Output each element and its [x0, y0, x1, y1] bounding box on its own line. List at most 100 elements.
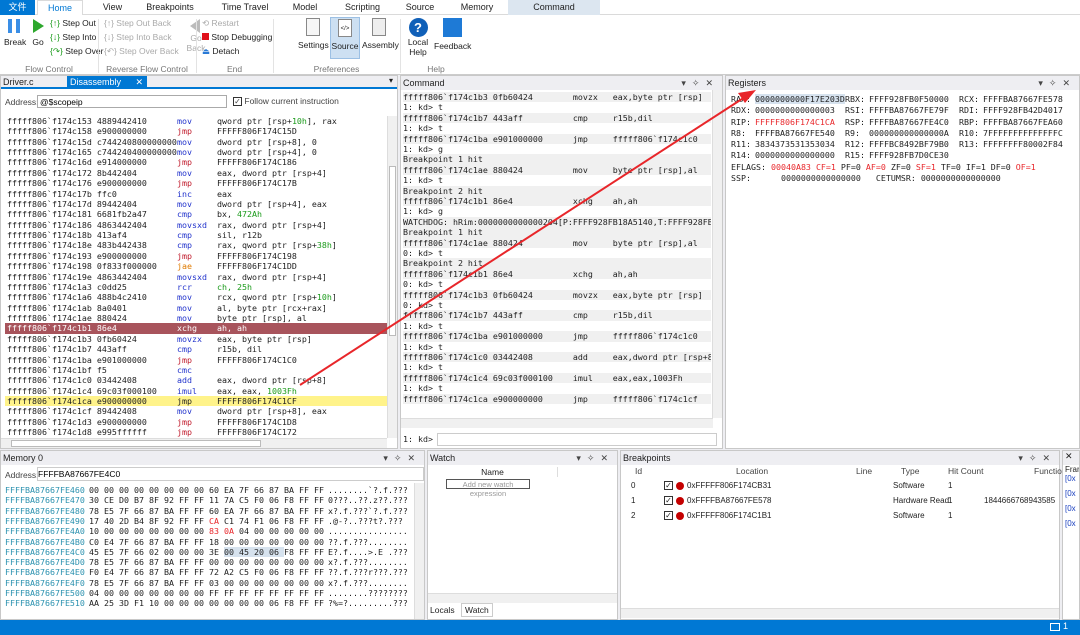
stop-debugging-button[interactable]: Stop Debugging: [202, 32, 272, 42]
col-type[interactable]: Type: [901, 466, 919, 476]
memory-address-input[interactable]: [37, 467, 424, 481]
tab-model[interactable]: Model: [285, 0, 325, 15]
disasm-row[interactable]: fffff806`f174c1d3 e900000000 jmp FFFFF806F…: [5, 417, 387, 427]
disasm-row[interactable]: fffff806`f174c1b1 86e4 xchg ah, ah: [5, 323, 387, 334]
command-hscroll[interactable]: [401, 418, 713, 428]
memory-bytes[interactable]: F0 E4 7F 66 87 BA FF FF 72 A2 C5 F0 06 F…: [89, 567, 324, 577]
tab-home[interactable]: Home: [37, 0, 83, 15]
disasm-row[interactable]: fffff806`f174c1b7 443aff cmp r15b, dil: [5, 344, 387, 354]
disasm-row[interactable]: fffff806`f174c16d e914000000 jmp FFFFF806F…: [5, 157, 387, 167]
tab-locals[interactable]: Locals: [430, 605, 455, 615]
tab-breakpoints[interactable]: Breakpoints: [140, 0, 200, 15]
disasm-row[interactable]: fffff806`f174c176 e900000000 jmp FFFFF806F…: [5, 178, 387, 188]
pane-controls[interactable]: ▾✧✕: [1018, 451, 1056, 465]
memory-bytes[interactable]: C0 E4 7F 66 87 BA FF FF 18 00 00 00 00 0…: [89, 537, 324, 547]
disasm-row[interactable]: fffff806`f174c198 0f833f000000 jae FFFFF80…: [5, 261, 387, 271]
disasm-row[interactable]: fffff806`f174c17d 89442404 mov dword ptr […: [5, 199, 387, 209]
address-input[interactable]: [37, 95, 227, 108]
watch-hscroll[interactable]: [428, 593, 617, 603]
disasm-row[interactable]: fffff806`f174c1c4 69c03f000100 imul eax, e…: [5, 386, 387, 396]
step-into-button[interactable]: {↓} Step Into: [50, 32, 96, 42]
register[interactable]: R13: FFFFFFFF80002F84: [959, 139, 1063, 149]
step-into-back-button[interactable]: {↓} Step Into Back: [104, 32, 172, 42]
col-line[interactable]: Line: [856, 466, 872, 476]
source-button[interactable]: </> Source: [330, 17, 360, 59]
frame-link[interactable]: [0x: [1065, 474, 1079, 489]
register[interactable]: RSI: FFFFBA87667FE79F: [845, 105, 949, 115]
disasm-row[interactable]: fffff806`f174c181 6681fb2a47 cmp bx, 472Ah: [5, 209, 387, 219]
register[interactable]: RBX: FFFF928FB0F50000: [845, 94, 949, 104]
step-out-back-button[interactable]: {↑} Step Out Back: [104, 18, 171, 28]
col-hit-count[interactable]: Hit Count: [948, 466, 983, 476]
step-out-button[interactable]: {↑} Step Out: [50, 18, 96, 28]
memory-bytes[interactable]: 78 E5 7F 66 87 BA FF FF 03 00 00 00 00 0…: [89, 578, 324, 588]
col-id[interactable]: Id: [635, 466, 642, 476]
memory-bytes[interactable]: 30 CE D0 B7 8F 92 FF FF 11 7A C5 F0 06 F…: [89, 495, 324, 505]
disasm-row[interactable]: fffff806`f174c1d8 e995ffffff jmp FFFFF806F…: [5, 427, 387, 437]
notifications-button[interactable]: 1: [1050, 621, 1068, 631]
breakpoint-row[interactable]: 1 ✓ 0xFFFFBA87667FE578 Hardware Read 1 184466…: [621, 496, 1061, 511]
follow-instruction-checkbox[interactable]: ✓ Follow current instruction: [233, 96, 339, 107]
register[interactable]: R12: FFFFBC8492BF79B0: [845, 139, 949, 149]
disasm-row[interactable]: fffff806`f174c165 c744240400000000 mov dwo…: [5, 147, 387, 157]
register[interactable]: RDI: FFFF928FB42D4017: [959, 105, 1063, 115]
pane-controls[interactable]: ▾✧✕: [1038, 76, 1076, 90]
step-over-button[interactable]: {↷} Step Over: [50, 46, 103, 57]
disasm-row[interactable]: fffff806`f174c1ca e900000000 jmp FFFFF806F…: [5, 395, 387, 407]
tab-command[interactable]: Command: [508, 0, 600, 15]
pane-controls[interactable]: ▾✧✕: [576, 451, 614, 465]
disasm-row[interactable]: fffff806`f174c1c0 03442408 add eax, dword …: [5, 375, 387, 385]
tab-view[interactable]: View: [95, 0, 130, 15]
memory-bytes[interactable]: 78 E5 7F 66 87 BA FF FF 00 00 00 00 00 0…: [89, 557, 324, 567]
memory-bytes[interactable]: AA 25 3D F1 10 00 00 00 00 00 00 00 06 F…: [89, 598, 324, 608]
file-tab[interactable]: 文件: [0, 0, 35, 15]
breakpoint-enabled-checkbox[interactable]: ✓: [664, 496, 673, 505]
register[interactable]: R15: FFFF928FB7D0CE30: [845, 150, 949, 160]
disasm-row[interactable]: fffff806`f174c18e 483b442438 cmp rax, qwor…: [5, 240, 387, 250]
vertical-scrollbar[interactable]: [387, 116, 397, 438]
disasm-row[interactable]: fffff806`f174c1ba e901000000 jmp FFFFF806F…: [5, 355, 387, 365]
register[interactable]: RIP: FFFFF806F174C1CA: [731, 117, 835, 127]
disasm-row[interactable]: fffff806`f174c1ae 880424 mov byte ptr [rsp…: [5, 313, 387, 323]
register[interactable]: R9: 000000000000000A: [845, 128, 949, 138]
pane-controls[interactable]: ▾✧✕: [383, 451, 421, 465]
register[interactable]: R11: 3834373531353034: [731, 139, 835, 149]
disasm-row[interactable]: fffff806`f174c18b 413af4 cmp sil, r12b: [5, 230, 387, 240]
frame-link[interactable]: [0x: [1065, 489, 1079, 504]
tab-disassembly[interactable]: Disassembly ✕: [67, 76, 147, 89]
detach-button[interactable]: ⏏ Detach: [202, 46, 239, 57]
breakpoint-enabled-checkbox[interactable]: ✓: [664, 511, 673, 520]
assembly-button[interactable]: Assembly: [362, 18, 399, 50]
col-location[interactable]: Location: [736, 466, 768, 476]
disasm-row[interactable]: fffff806`f174c17b ffc0 inc eax: [5, 189, 387, 199]
command-vscroll[interactable]: [712, 90, 722, 418]
tab-driver-c[interactable]: Driver.c: [3, 77, 34, 87]
memory-bytes[interactable]: 17 40 2D B4 8F 92 FF FF CA C1 74 F1 06 F…: [89, 516, 324, 526]
go-button[interactable]: Go: [30, 19, 46, 47]
disasm-row[interactable]: fffff806`f174c158 e900000000 jmp FFFFF806F…: [5, 126, 387, 136]
tab-time-travel[interactable]: Time Travel: [215, 0, 275, 15]
tab-dropdown-icon[interactable]: ▾: [389, 76, 393, 85]
close-icon[interactable]: ✕: [1063, 451, 1079, 465]
disasm-row[interactable]: fffff806`f174c1bf f5 cmc: [5, 365, 387, 375]
pane-controls[interactable]: ▾✧✕: [681, 76, 719, 90]
register[interactable]: RSP: FFFFBA87667FE4C0: [845, 117, 949, 127]
disasm-row[interactable]: fffff806`f174c1b3 0fb60424 movzx eax, byte…: [5, 334, 387, 344]
horizontal-scrollbar[interactable]: [1, 438, 387, 448]
add-watch-input[interactable]: Add new watch expression: [446, 479, 530, 498]
frame-link[interactable]: [0x: [1065, 504, 1079, 519]
memory-bytes[interactable]: 78 E5 7F 66 87 BA FF FF 60 EA 7F 66 87 B…: [89, 506, 324, 516]
disasm-row[interactable]: fffff806`f174c1a3 c0dd25 rcr ch, 25h: [5, 282, 387, 292]
step-over-back-button[interactable]: {↶} Step Over Back: [104, 46, 179, 57]
disasm-row[interactable]: fffff806`f174c186 4863442404 movsxd rax, d…: [5, 220, 387, 230]
tab-scripting[interactable]: Scripting: [335, 0, 390, 15]
disasm-row[interactable]: fffff806`f174c19e 4863442404 movsxd rax, d…: [5, 272, 387, 282]
register[interactable]: R8: FFFFBA87667FE540: [731, 128, 835, 138]
disasm-row[interactable]: fffff806`f174c153 4889442410 mov qword ptr…: [5, 116, 387, 126]
break-button[interactable]: Break: [4, 19, 26, 47]
command-input[interactable]: [437, 433, 717, 446]
disasm-row[interactable]: fffff806`f174c172 8b442404 mov eax, dword …: [5, 168, 387, 178]
settings-button[interactable]: Settings: [298, 18, 329, 50]
register[interactable]: RDX: 0000000000000003: [731, 105, 835, 115]
memory-bytes[interactable]: 10 00 00 00 00 00 00 00 83 0A 04 00 00 0…: [89, 526, 324, 536]
